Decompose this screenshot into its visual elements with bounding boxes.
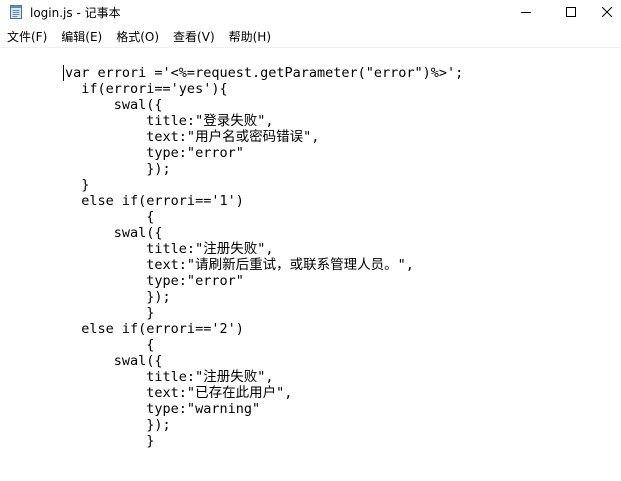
menu-bar: 文件(F) 编辑(E) 格式(O) 查看(V) 帮助(H) [0,26,621,46]
code-line: type:"error" [0,273,244,289]
maximize-button[interactable] [548,0,594,24]
code-line: }); [0,289,171,305]
code-line: { [0,337,155,353]
menu-file[interactable]: 文件(F) [0,27,54,46]
code-line: } [0,177,90,193]
code-line: type:"error" [0,145,244,161]
title-bar[interactable]: login.js - 记事本 [0,0,621,24]
code-line: }); [0,161,171,177]
menu-view[interactable]: 查看(V) [166,27,222,46]
close-button[interactable] [592,0,621,24]
code-line: else if(errori=='2') [0,321,244,337]
code-line: { [0,209,155,225]
code-line: swal({ [0,225,163,241]
code-line: var errori ='<%=request.getParameter("er… [0,65,464,81]
code-line: swal({ [0,353,163,369]
code-line: if(errori=='yes'){ [0,81,228,97]
code-line: title:"注册失败", [0,369,274,385]
notepad-icon [9,4,23,19]
close-icon [601,7,612,17]
code-line: type:"warning" [0,401,261,417]
window-title: login.js - 记事本 [30,6,121,20]
maximize-icon [566,7,576,17]
minimize-icon [521,7,531,17]
menu-help[interactable]: 帮助(H) [222,27,278,46]
code-line: text:"已存在此用户", [0,385,293,401]
code-line: } [0,433,155,449]
code-line: text:"请刷新后重试，或联系管理人员。", [0,257,414,273]
code-line: else if(errori=='1') [0,193,244,209]
menu-format[interactable]: 格式(O) [109,27,166,46]
text-caret [63,65,64,81]
code-line: title:"注册失败", [0,241,274,257]
code-line: swal({ [0,97,163,113]
code-line: text:"用户名或密码错误", [0,129,320,145]
code-line: title:"登录失败", [0,113,274,129]
menu-edit[interactable]: 编辑(E) [54,27,109,46]
code-line: } [0,305,155,321]
text-editor[interactable]: var errori ='<%=request.getParameter("er… [0,48,621,481]
code-line: }); [0,417,171,433]
minimize-button[interactable] [503,0,549,24]
